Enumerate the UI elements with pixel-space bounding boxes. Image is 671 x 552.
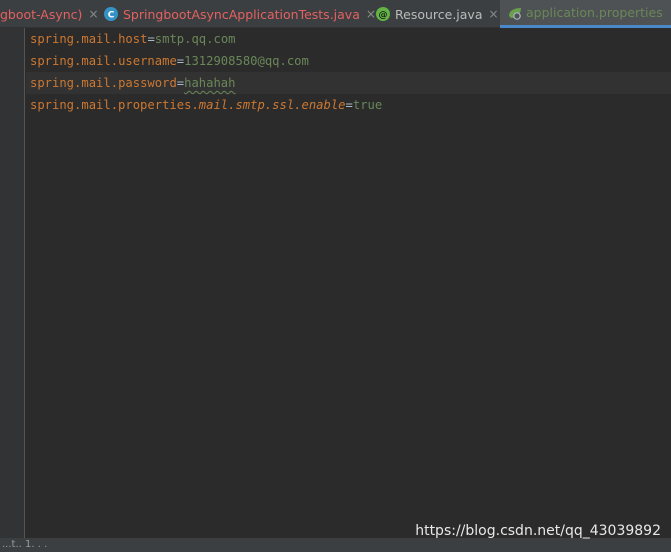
code-line[interactable]: spring.mail.properties.mail.smtp.ssl.ena… <box>26 94 671 116</box>
code-line-current[interactable]: spring.mail.password=hahahah <box>26 72 671 94</box>
tab-resource-java[interactable]: @ Resource.java × <box>376 0 499 28</box>
close-icon[interactable]: × <box>88 7 98 21</box>
code-editor[interactable]: spring.mail.host=smtp.qq.com spring.mail… <box>26 28 671 538</box>
java-class-icon: C <box>104 7 118 21</box>
tab-label: SpringbootAsyncApplicationTests.java <box>123 6 360 22</box>
property-value: true <box>352 98 383 112</box>
property-value: hahahah <box>184 76 236 90</box>
property-key: spring.mail.password <box>30 76 177 90</box>
tab-label: gboot-Async) <box>0 6 83 22</box>
line-gutter[interactable] <box>0 28 25 538</box>
close-icon[interactable]: × <box>489 7 499 21</box>
tab-springboot-async-application-tests[interactable]: C SpringbootAsyncApplicationTests.java × <box>104 0 376 28</box>
watermark: https://blog.csdn.net/qq_43039892 <box>415 523 661 539</box>
spring-leaf-icon <box>507 6 521 20</box>
property-key: spring.mail.host <box>30 32 148 46</box>
property-value: smtp.qq.com <box>154 32 236 46</box>
tab-label: Resource.java <box>395 6 483 22</box>
svg-text:@: @ <box>379 11 388 21</box>
svg-text:C: C <box>108 11 115 21</box>
code-line[interactable]: spring.mail.username=1312908580@qq.com <box>26 50 671 72</box>
equals-sign: = <box>345 98 353 112</box>
close-icon[interactable]: × <box>366 7 376 21</box>
equals-sign: = <box>147 32 155 46</box>
editor-tab-bar: gboot-Async) × C SpringbootAsyncApplicat… <box>0 0 671 28</box>
code-line[interactable]: spring.mail.host=smtp.qq.com <box>26 28 671 50</box>
annotation-icon: @ <box>376 7 390 21</box>
tab-label: application.properties <box>526 5 663 20</box>
property-value: 1312908580@qq.com <box>184 54 309 68</box>
status-bar: ...t.. 1. . . <box>0 538 671 552</box>
status-text: ...t.. 1. . . <box>2 539 48 550</box>
property-key: spring.mail.properties. <box>30 98 199 112</box>
tab-springboot-async[interactable]: gboot-Async) × <box>0 0 99 28</box>
tab-application-properties[interactable]: application.properties <box>500 0 671 28</box>
property-key: spring.mail.username <box>30 54 177 68</box>
property-key-italic: mail.smtp.ssl.enable <box>198 98 346 112</box>
